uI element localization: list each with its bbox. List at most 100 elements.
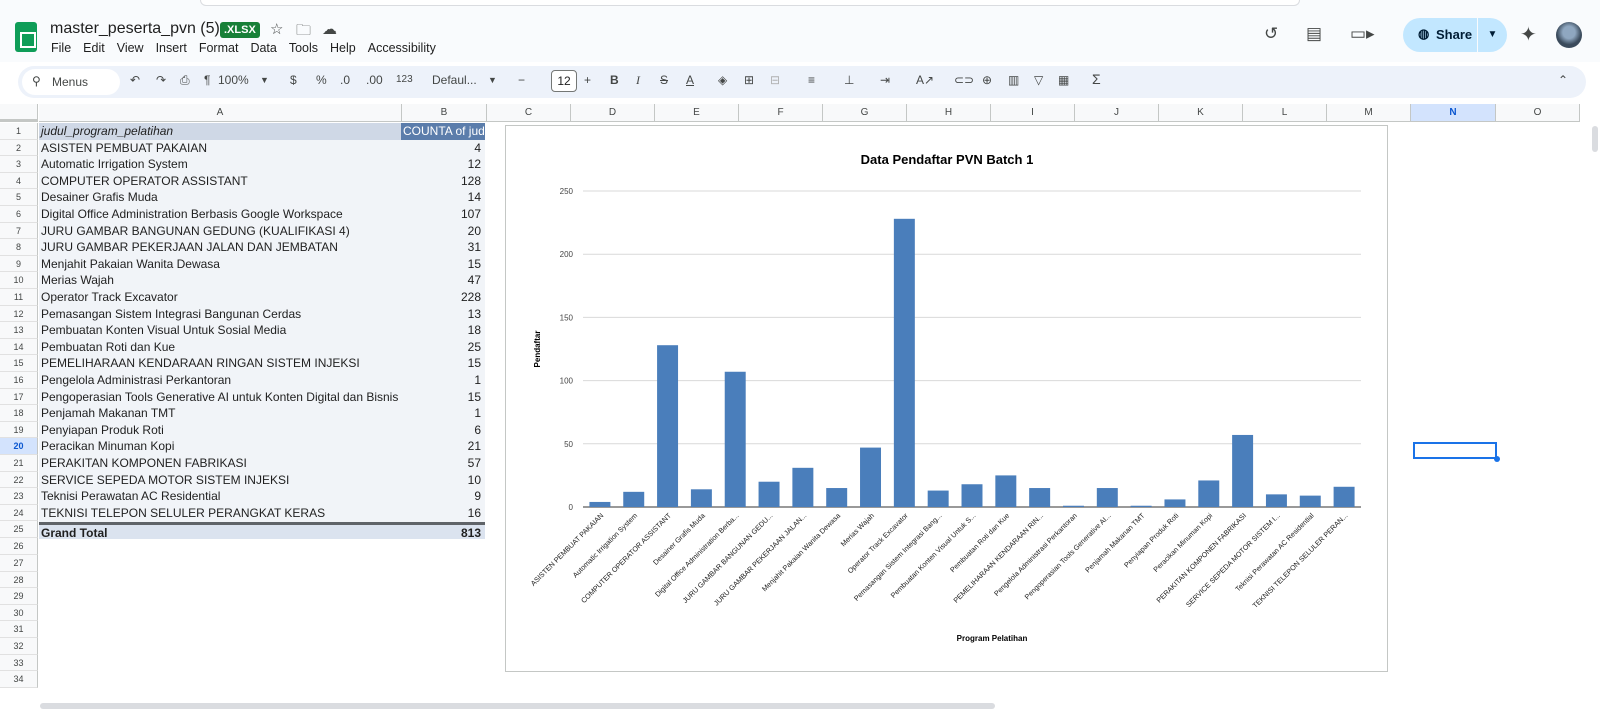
row-header-14[interactable]: 14	[0, 338, 38, 356]
bold-icon[interactable]: B	[610, 73, 619, 87]
undo-icon[interactable]: ↶	[130, 73, 140, 87]
row-header-24[interactable]: 24	[0, 504, 38, 522]
row-header-10[interactable]: 10	[0, 272, 38, 289]
insert-link-icon[interactable]: ⊂⊃	[954, 73, 974, 87]
row-header-4[interactable]: 4	[0, 172, 38, 190]
pivot-row-label[interactable]: JURU GAMBAR PEKERJAAN JALAN DAN JEMBATAN	[39, 239, 401, 256]
vertical-scrollbar[interactable]	[1592, 126, 1598, 152]
row-header-27[interactable]: 27	[0, 555, 38, 572]
row-header-34[interactable]: 34	[0, 671, 38, 688]
text-wrapping-icon[interactable]: ⇥	[880, 73, 890, 87]
redo-icon[interactable]: ↷	[156, 73, 166, 87]
version-history-icon[interactable]: ↺	[1264, 24, 1278, 44]
menu-help[interactable]: Help	[330, 41, 356, 55]
row-header-3[interactable]: 3	[0, 156, 38, 173]
comments-icon[interactable]: ▤	[1306, 24, 1322, 44]
italic-icon[interactable]: I	[636, 73, 640, 88]
column-header-l[interactable]: L	[1243, 104, 1327, 122]
row-header-18[interactable]: 18	[0, 405, 38, 422]
pivot-row-label[interactable]: Pembuatan Roti dan Kue	[39, 339, 401, 356]
pivot-row-count[interactable]: 25	[401, 338, 485, 356]
meet-icon[interactable]: ▭▸	[1350, 24, 1375, 44]
insert-chart-icon[interactable]: ▥	[1008, 73, 1019, 87]
pivot-row-count[interactable]: 10	[401, 471, 485, 489]
pivot-row-label[interactable]: Desainer Grafis Muda	[39, 189, 401, 206]
menu-edit[interactable]: Edit	[83, 41, 105, 55]
share-button[interactable]: ◍ Share ▼	[1403, 18, 1507, 52]
row-header-2[interactable]: 2	[0, 139, 38, 157]
pivot-row-label[interactable]: Penjamah Makanan TMT	[39, 405, 401, 422]
menu-file[interactable]: File	[51, 41, 71, 55]
pivot-header-count[interactable]: COUNTA of jud	[401, 123, 485, 140]
collapse-toolbar-icon[interactable]: ⌃	[1558, 73, 1568, 87]
row-header-23[interactable]: 23	[0, 488, 38, 505]
star-icon[interactable]: ☆	[270, 20, 283, 38]
pivot-row-count[interactable]: 18	[401, 322, 485, 339]
pivot-row-label[interactable]: Merias Wajah	[39, 272, 401, 289]
pivot-row-count[interactable]: 47	[401, 272, 485, 289]
pivot-row-label[interactable]: SERVICE SEPEDA MOTOR SISTEM INJEKSI	[39, 472, 401, 489]
column-header-k[interactable]: K	[1159, 104, 1243, 122]
column-header-m[interactable]: M	[1327, 104, 1411, 122]
pivot-row-label[interactable]: Digital Office Administration Berbasis G…	[39, 206, 401, 223]
column-header-j[interactable]: J	[1075, 104, 1159, 122]
row-header-12[interactable]: 12	[0, 305, 38, 323]
increase-font-size-icon[interactable]: +	[584, 73, 591, 87]
menu-accessibility[interactable]: Accessibility	[368, 41, 436, 55]
row-header-17[interactable]: 17	[0, 388, 38, 406]
column-header-d[interactable]: D	[571, 104, 655, 122]
pivot-row-label[interactable]: Automatic Irrigation System	[39, 156, 401, 173]
font-size-input[interactable]: 12	[551, 70, 577, 92]
row-header-1[interactable]: 1	[0, 123, 38, 140]
row-header-6[interactable]: 6	[0, 206, 38, 223]
borders-icon[interactable]: ⊞	[744, 73, 754, 87]
share-dropdown-icon[interactable]: ▼	[1477, 18, 1507, 52]
text-rotation-icon[interactable]: A↗	[916, 73, 934, 87]
grand-total-label[interactable]: Grand Total	[39, 522, 401, 540]
horizontal-align-icon[interactable]: ≡	[808, 73, 815, 87]
pivot-row-label[interactable]: PEMELIHARAAN KENDARAAN RINGAN SISTEM INJ…	[39, 355, 401, 372]
document-title[interactable]: master_peserta_pvn (5)	[50, 20, 220, 38]
fill-color-icon[interactable]: ◈	[718, 73, 727, 87]
row-header-13[interactable]: 13	[0, 322, 38, 339]
decrease-decimal-button[interactable]: .0	[340, 73, 350, 87]
vertical-align-icon[interactable]: ⊥	[844, 73, 854, 87]
pivot-row-count[interactable]: 228	[401, 289, 485, 306]
gemini-sparkle-icon[interactable]: ✦	[1520, 22, 1537, 47]
avatar[interactable]	[1556, 22, 1582, 48]
percent-format-button[interactable]: %	[316, 73, 327, 87]
pivot-row-label[interactable]: COMPUTER OPERATOR ASSISTANT	[39, 173, 401, 190]
pivot-row-label[interactable]: PERAKITAN KOMPONEN FABRIKASI	[39, 455, 401, 472]
pivot-row-count[interactable]: 16	[401, 504, 485, 522]
column-header-i[interactable]: I	[991, 104, 1075, 122]
pivot-row-label[interactable]: Menjahit Pakaian Wanita Dewasa	[39, 256, 401, 273]
row-header-16[interactable]: 16	[0, 372, 38, 389]
pivot-row-count[interactable]: 57	[401, 455, 485, 472]
pivot-row-count[interactable]: 21	[401, 438, 485, 455]
pivot-row-label[interactable]: JURU GAMBAR BANGUNAN GEDUNG (KUALIFIKASI…	[39, 223, 401, 240]
pivot-row-label[interactable]: Pengelola Administrasi Perkantoran	[39, 372, 401, 389]
font-dropdown-icon[interactable]: ▼	[488, 75, 497, 85]
bar-chart[interactable]: Data Pendaftar PVN Batch 1 0 50 100 150 200 25…	[505, 125, 1388, 672]
menu-format[interactable]: Format	[199, 41, 239, 55]
pivot-row-count[interactable]: 15	[401, 355, 485, 372]
zoom-dropdown-icon[interactable]: ▼	[260, 75, 269, 85]
column-header-g[interactable]: G	[823, 104, 907, 122]
column-header-n[interactable]: N	[1411, 104, 1496, 122]
filter-icon[interactable]: ▽	[1034, 73, 1043, 87]
row-header-22[interactable]: 22	[0, 471, 38, 489]
merge-cells-icon[interactable]: ⊟	[770, 73, 780, 87]
functions-button[interactable]: Σ	[1092, 71, 1101, 87]
number-format-button[interactable]: 123	[396, 74, 413, 85]
select-all-corner[interactable]	[0, 104, 38, 122]
pivot-row-label[interactable]: Pembuatan Konten Visual Untuk Sosial Med…	[39, 322, 401, 339]
decrease-font-size-icon[interactable]: −	[518, 73, 525, 87]
pivot-row-count[interactable]: 1	[401, 405, 485, 422]
paint-format-icon[interactable]: ¶	[204, 73, 210, 87]
row-header-19[interactable]: 19	[0, 421, 38, 439]
text-color-icon[interactable]: A	[686, 73, 694, 87]
row-header-30[interactable]: 30	[0, 604, 38, 622]
row-header-9[interactable]: 9	[0, 255, 38, 273]
pivot-row-count[interactable]: 9	[401, 488, 485, 505]
pivot-row-label[interactable]: Penyiapan Produk Roti	[39, 422, 401, 439]
